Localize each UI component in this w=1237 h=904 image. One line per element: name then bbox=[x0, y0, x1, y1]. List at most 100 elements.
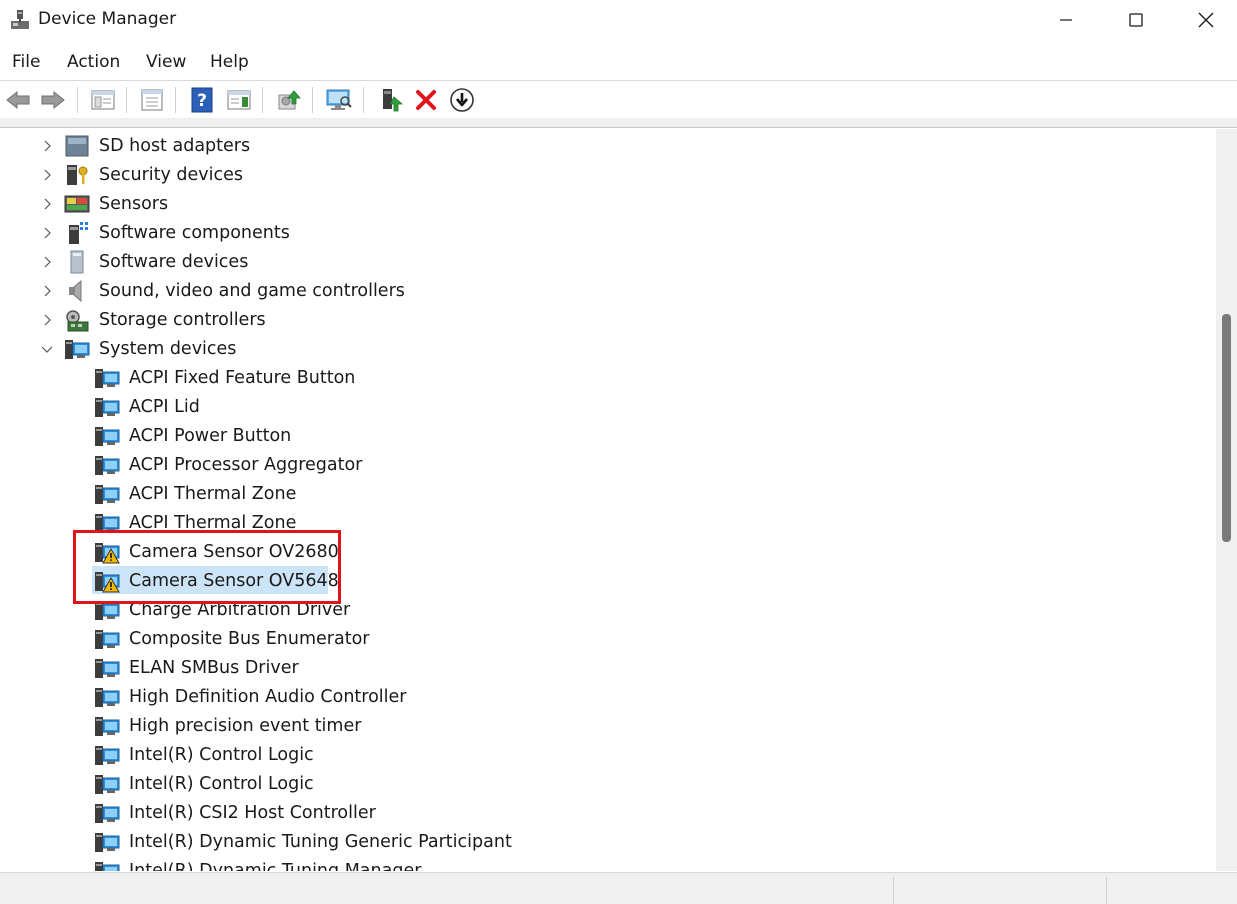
tree-category-label: System devices bbox=[99, 339, 237, 359]
minimize-button[interactable] bbox=[1031, 0, 1101, 40]
update-driver-icon bbox=[278, 90, 301, 110]
tree-item-system-device[interactable]: Intel(R) Dynamic Tuning Generic Particip… bbox=[0, 828, 520, 856]
tree-category-label: Software components bbox=[99, 223, 290, 243]
tree-item-label: Intel(R) Control Logic bbox=[129, 745, 314, 765]
chevron-right-icon[interactable] bbox=[40, 226, 54, 240]
tree-item-system-device[interactable]: ACPI Thermal Zone bbox=[0, 509, 520, 537]
show-hide-console-tree-icon bbox=[91, 90, 115, 110]
tree-item-label: Intel(R) Control Logic bbox=[129, 774, 314, 794]
chevron-down-icon[interactable] bbox=[40, 342, 54, 356]
chevron-right-icon[interactable] bbox=[40, 139, 54, 153]
system-device-icon bbox=[95, 659, 120, 678]
system-device-icon bbox=[65, 340, 90, 359]
tree-item-system-device[interactable]: Camera Sensor OV2680 bbox=[0, 538, 520, 566]
toolbar: ? bbox=[0, 80, 1237, 118]
scan-hardware-icon bbox=[326, 89, 352, 110]
uninstall-device-button[interactable] bbox=[411, 85, 441, 115]
tree-category-label: SD host adapters bbox=[99, 136, 251, 156]
disable-device-button[interactable] bbox=[447, 85, 477, 115]
enable-device-icon bbox=[383, 89, 404, 112]
tree-item-label: Intel(R) Dynamic Tuning Generic Particip… bbox=[129, 832, 512, 852]
tree-item-system-device[interactable]: Composite Bus Enumerator bbox=[0, 625, 520, 653]
tree-item-system-device[interactable]: Intel(R) Dynamic Tuning Manager bbox=[0, 857, 520, 871]
tree-category-storage-controllers[interactable]: Storage controllers bbox=[0, 306, 400, 334]
back-button[interactable] bbox=[3, 85, 33, 115]
system-device-icon bbox=[95, 862, 120, 871]
forward-button[interactable] bbox=[38, 85, 68, 115]
tree-item-label: ACPI Thermal Zone bbox=[129, 484, 297, 504]
toolbar-separator bbox=[312, 87, 313, 113]
system-device-icon bbox=[95, 456, 120, 475]
svg-text:?: ? bbox=[197, 91, 207, 111]
tree-category-label: Storage controllers bbox=[99, 310, 266, 330]
show-hide-console-tree-button[interactable] bbox=[88, 85, 118, 115]
chevron-right-icon[interactable] bbox=[40, 255, 54, 269]
tree-item-label: ACPI Thermal Zone bbox=[129, 513, 297, 533]
update-driver-button[interactable] bbox=[274, 85, 304, 115]
tree-category-sd-host-adapters[interactable]: SD host adapters bbox=[0, 132, 400, 160]
close-button[interactable] bbox=[1171, 0, 1237, 40]
tree-item-system-device[interactable]: Intel(R) Control Logic bbox=[0, 770, 520, 798]
tree-item-label: ACPI Processor Aggregator bbox=[129, 455, 363, 475]
chevron-right-icon[interactable] bbox=[40, 284, 54, 298]
chevron-right-icon[interactable] bbox=[40, 197, 54, 211]
minimize-icon bbox=[1060, 19, 1072, 21]
tree-item-system-device[interactable]: ACPI Power Button bbox=[0, 422, 520, 450]
tree-category-software-devices[interactable]: Software devices bbox=[0, 248, 400, 276]
tree-category-sound-video-game-controllers[interactable]: Sound, video and game controllers bbox=[0, 277, 420, 305]
tree-category-sensors[interactable]: Sensors bbox=[0, 190, 400, 218]
chevron-right-icon[interactable] bbox=[40, 168, 54, 182]
menu-help[interactable]: Help bbox=[210, 52, 249, 72]
enable-device-button[interactable] bbox=[376, 85, 406, 115]
tree-item-system-device[interactable]: ELAN SMBus Driver bbox=[0, 654, 520, 682]
properties-button[interactable] bbox=[137, 85, 167, 115]
system-device-icon bbox=[95, 601, 120, 620]
software-component-icon bbox=[69, 222, 88, 244]
tree-category-label: Software devices bbox=[99, 252, 249, 272]
scan-hardware-button[interactable] bbox=[324, 85, 354, 115]
tree-item-system-device[interactable]: ACPI Thermal Zone bbox=[0, 480, 520, 508]
device-tree[interactable]: SD host adapters Security devices Sensor… bbox=[0, 129, 1216, 871]
tree-item-label: Composite Bus Enumerator bbox=[129, 629, 370, 649]
menu-view[interactable]: View bbox=[146, 52, 186, 72]
security-device-icon bbox=[67, 165, 88, 185]
system-device-warning-icon bbox=[95, 572, 120, 593]
help-icon: ? bbox=[191, 87, 213, 113]
tree-item-system-device[interactable]: Camera Sensor OV5648 bbox=[0, 567, 520, 595]
action-pane-icon bbox=[227, 90, 251, 110]
system-device-icon bbox=[95, 485, 120, 504]
tree-category-security-devices[interactable]: Security devices bbox=[0, 161, 400, 189]
maximize-button[interactable] bbox=[1101, 0, 1171, 40]
help-button[interactable]: ? bbox=[187, 85, 217, 115]
tree-item-label: Intel(R) CSI2 Host Controller bbox=[129, 803, 376, 823]
menu-file[interactable]: File bbox=[12, 52, 40, 72]
tree-item-system-device[interactable]: Charge Arbitration Driver bbox=[0, 596, 520, 624]
tree-item-label: ELAN SMBus Driver bbox=[129, 658, 299, 678]
back-icon bbox=[6, 90, 30, 110]
tree-item-system-device[interactable]: Intel(R) Control Logic bbox=[0, 741, 520, 769]
menu-bar: File Action View Help bbox=[0, 44, 1237, 80]
system-device-icon bbox=[95, 427, 120, 446]
action-pane-button[interactable] bbox=[224, 85, 254, 115]
menu-action[interactable]: Action bbox=[67, 52, 120, 72]
vertical-scrollbar[interactable] bbox=[1216, 129, 1237, 871]
system-device-icon bbox=[95, 514, 120, 533]
tree-item-system-device[interactable]: ACPI Fixed Feature Button bbox=[0, 364, 520, 392]
chevron-right-icon[interactable] bbox=[40, 313, 54, 327]
tree-item-label: Camera Sensor OV2680 bbox=[129, 542, 339, 562]
tree-item-system-device[interactable]: Intel(R) CSI2 Host Controller bbox=[0, 799, 520, 827]
software-device-icon bbox=[70, 250, 84, 274]
tree-item-system-device[interactable]: ACPI Processor Aggregator bbox=[0, 451, 520, 479]
maximize-icon bbox=[1129, 13, 1143, 27]
scrollbar-thumb[interactable] bbox=[1222, 314, 1231, 542]
storage-controller-icon bbox=[66, 310, 89, 332]
tree-item-label: Charge Arbitration Driver bbox=[129, 600, 351, 620]
system-device-icon bbox=[95, 833, 120, 852]
tree-category-software-components[interactable]: Software components bbox=[0, 219, 400, 247]
tree-item-system-device[interactable]: High precision event timer bbox=[0, 712, 520, 740]
tree-item-system-device[interactable]: High Definition Audio Controller bbox=[0, 683, 520, 711]
tree-item-system-device[interactable]: ACPI Lid bbox=[0, 393, 520, 421]
device-manager-app-icon bbox=[11, 10, 29, 29]
close-icon bbox=[1198, 12, 1214, 28]
tree-category-system-devices[interactable]: System devices bbox=[0, 335, 400, 363]
